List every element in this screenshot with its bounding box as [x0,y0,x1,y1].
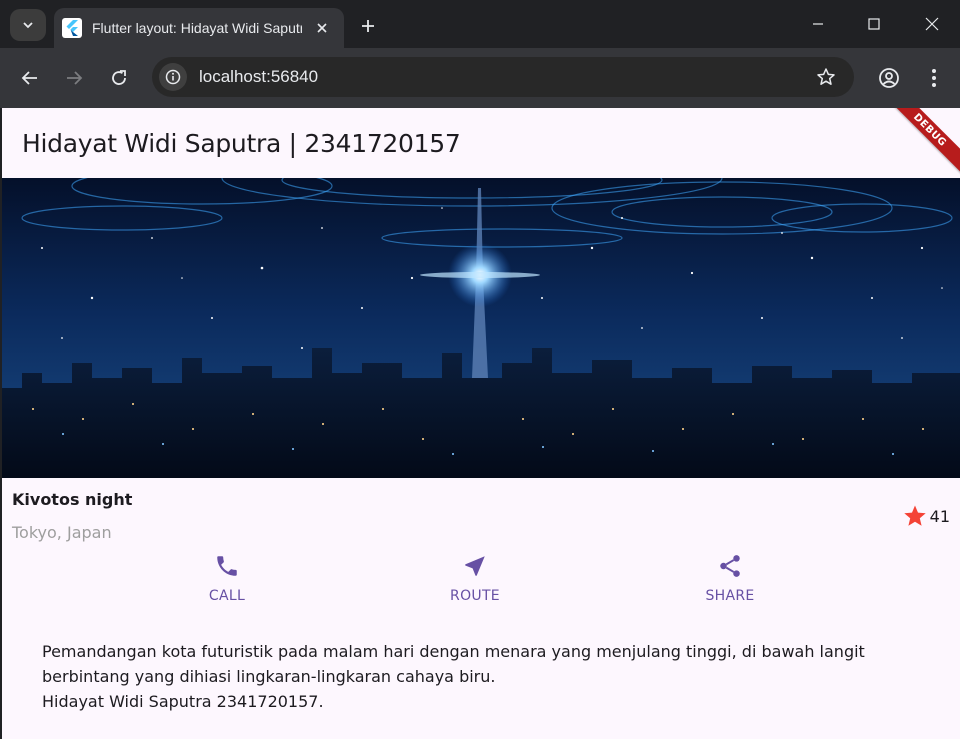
share-icon [720,555,740,577]
place-location: Tokyo, Japan [12,523,112,542]
window-close-button[interactable] [904,0,960,48]
share-label: SHARE [705,588,755,604]
phone-icon [217,556,237,576]
bookmark-star-icon[interactable] [814,65,838,89]
arrow-left-icon [21,71,37,85]
site-info-icon[interactable] [159,63,187,91]
back-button[interactable] [14,62,46,94]
url-text: localhost:56840 [199,67,319,86]
title-section: Kivotos night Tokyo, Japan 41 [2,478,960,553]
rating-count: 41 [929,506,950,526]
flutter-favicon-icon [62,18,82,38]
maximize-button[interactable] [846,0,902,48]
tab-close-icon[interactable] [312,18,332,38]
place-name: Kivotos night [12,490,133,509]
more-vert-icon [932,69,936,87]
reload-button[interactable] [103,62,135,94]
app-bar: Hidayat Widi Saputra | 2341720157 [2,108,960,178]
maximize-icon [868,18,880,30]
page-title: Hidayat Widi Saputra | 2341720157 [22,128,461,158]
button-section: CALL ROUTE SHARE [2,553,960,617]
arrow-right-icon [67,71,83,85]
route-button[interactable]: ROUTE [415,553,535,604]
reload-icon [112,70,126,85]
description-author: Hidayat Widi Saputra 2341720157. [42,692,324,711]
profile-button[interactable] [873,62,905,94]
flutter-app: Hidayat Widi Saputra | 2341720157 DEBUG [2,108,960,739]
tab-search-button[interactable] [10,9,46,41]
star-icon [903,505,926,526]
minimize-icon [813,23,823,25]
call-label: CALL [208,588,246,604]
description-text: Pemandangan kota futuristik pada malam h… [42,642,865,686]
call-button[interactable]: CALL [167,553,287,604]
address-bar[interactable]: localhost:56840 [152,57,854,97]
new-tab-button[interactable] [354,12,382,40]
profile-icon [879,68,899,88]
close-icon [925,17,939,31]
share-button[interactable]: SHARE [670,553,790,604]
rating: 41 [903,504,950,528]
forward-button[interactable] [58,62,90,94]
menu-button[interactable] [918,62,950,94]
browser-tab-bar: Flutter layout: Hidayat Widi Saputra | 2… [0,0,960,48]
minimize-button[interactable] [790,0,846,48]
tab-title: Flutter layout: Hidayat Widi Saputra | 2… [92,20,302,36]
browser-tab[interactable]: Flutter layout: Hidayat Widi Saputra | 2… [54,8,344,48]
browser-toolbar: localhost:56840 [0,48,960,108]
route-label: ROUTE [450,588,500,604]
plus-icon [362,20,374,32]
description: Pemandangan kota futuristik pada malam h… [2,617,960,714]
city-night-image [2,178,960,478]
chevron-down-icon [23,22,33,29]
near-me-icon [465,556,485,576]
